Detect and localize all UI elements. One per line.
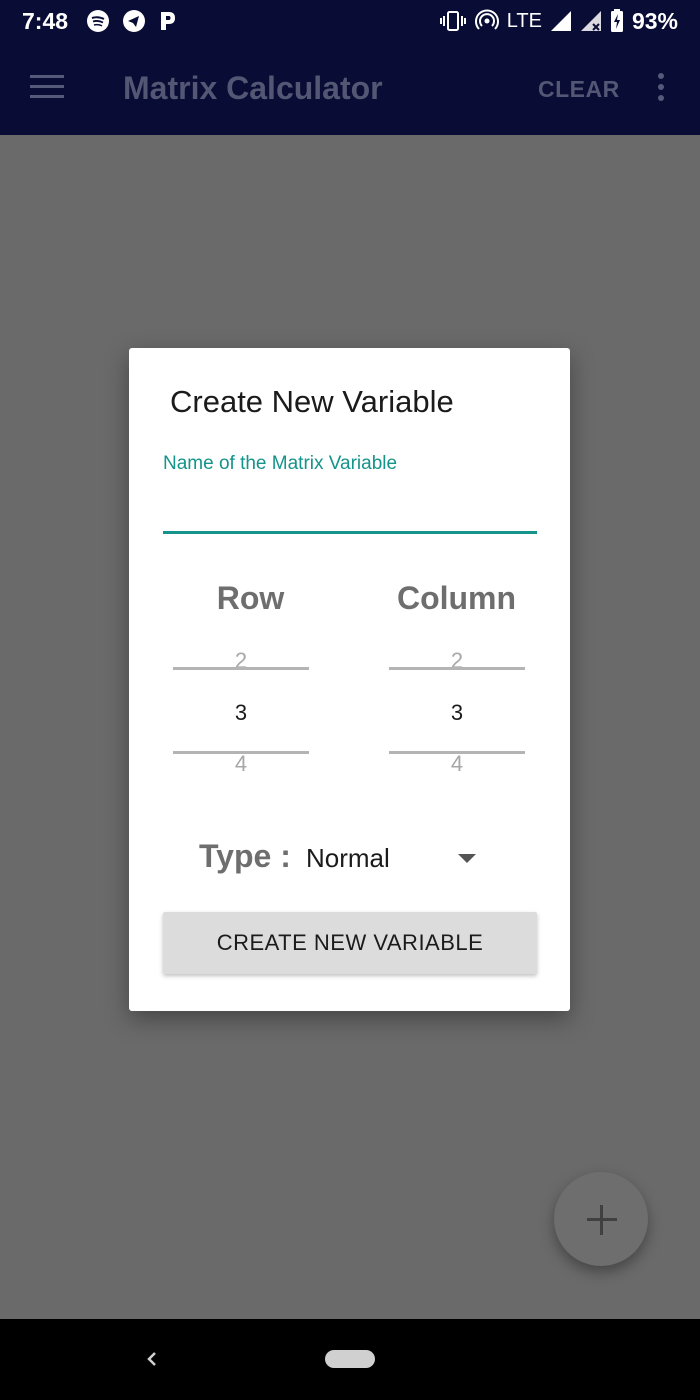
column-header: Column: [396, 580, 517, 616]
status-bar: 7:48 LTE 93%: [0, 0, 700, 42]
create-variable-dialog: Create New Variable Name of the Matrix V…: [129, 348, 570, 1011]
add-fab[interactable]: [554, 1172, 648, 1266]
row-picker-next[interactable]: 4: [173, 751, 309, 777]
vibrate-icon: [439, 11, 466, 31]
column-number-picker[interactable]: 2 3 4: [389, 638, 525, 778]
status-time: 7:48: [22, 7, 69, 34]
plus-icon-vertical: [600, 1205, 603, 1235]
row-number-picker[interactable]: 2 3 4: [173, 638, 309, 778]
type-value: Normal: [306, 842, 390, 873]
column-picker-divider-top: [389, 667, 525, 670]
row-header: Row: [216, 580, 285, 616]
dialog-title: Create New Variable: [170, 384, 454, 419]
clear-button[interactable]: CLEAR: [538, 76, 620, 103]
hotspot-icon: [474, 9, 499, 30]
battery-charging-icon: [610, 9, 623, 32]
column-picker-current[interactable]: 3: [389, 700, 525, 726]
system-nav-bar: [0, 1319, 700, 1400]
system-icons: LTE 93%: [439, 8, 678, 35]
type-dropdown[interactable]: Normal: [306, 840, 486, 876]
pandora-icon: [161, 12, 176, 30]
name-input[interactable]: [163, 488, 537, 534]
more-options-icon[interactable]: [658, 73, 666, 103]
signal-no-service-icon: [580, 11, 601, 31]
row-picker-prev[interactable]: 2: [173, 648, 309, 674]
signal-icon: [550, 11, 571, 31]
name-field-label: Name of the Matrix Variable: [163, 453, 398, 474]
battery-level: 93%: [631, 7, 678, 34]
menu-icon[interactable]: [30, 75, 64, 101]
row-picker-current[interactable]: 3: [173, 700, 309, 726]
dropdown-arrow-icon: [458, 854, 476, 863]
app-bar: Matrix Calculator CLEAR: [0, 42, 700, 135]
column-picker-prev[interactable]: 2: [389, 648, 525, 674]
back-icon[interactable]: [140, 1345, 164, 1373]
row-picker-divider-top: [173, 667, 309, 670]
home-pill[interactable]: [325, 1350, 375, 1368]
app-title: Matrix Calculator: [123, 70, 383, 106]
spotify-icon: [87, 10, 110, 32]
network-type: LTE: [506, 9, 542, 32]
column-picker-next[interactable]: 4: [389, 751, 525, 777]
telegram-icon: [123, 10, 146, 32]
create-variable-button[interactable]: CREATE NEW VARIABLE: [163, 912, 537, 974]
type-label: Type :: [199, 838, 291, 874]
notification-icons: [86, 9, 178, 33]
